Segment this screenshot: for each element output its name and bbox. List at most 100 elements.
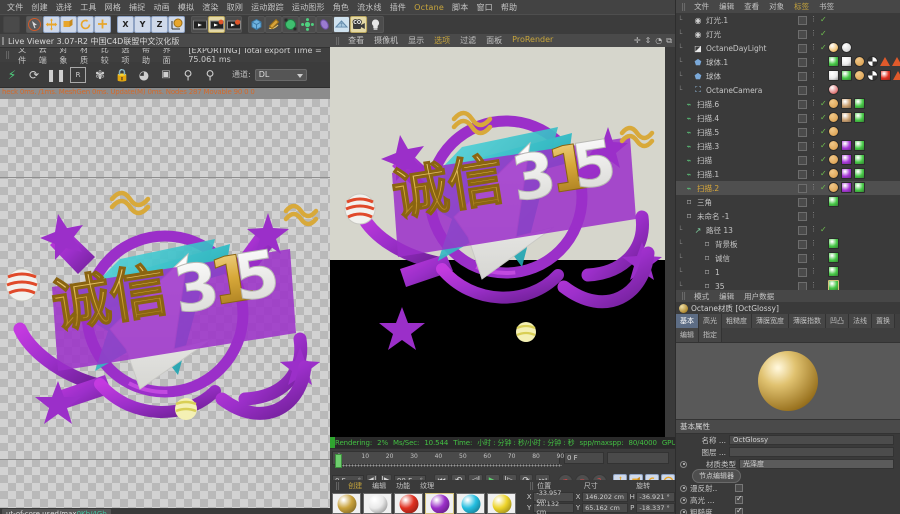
render-view-menu-item-6[interactable]: ProRender <box>507 35 558 46</box>
attribute-tab-1[interactable]: 高光 <box>699 314 722 328</box>
attribute-tab-5[interactable]: 凹凸 <box>826 314 849 328</box>
octane-tri-tag-icon[interactable] <box>893 71 900 80</box>
object-tag-green-icon[interactable] <box>854 154 865 165</box>
object-tag-chain-icon[interactable] <box>854 56 865 67</box>
visibility-dots-icon[interactable]: ⋮ <box>810 43 818 51</box>
object-list[interactable]: └ ◉ 灯光.1 ⋮ ✓ └ ◉ 灯光 ⋮ ✓ └ ◪ OctaneDayLight ⋮ ✓ └ ⬟ 球体.1 ⋮ └… <box>676 13 900 293</box>
visibility-dots-icon[interactable]: ⋮ <box>810 239 818 247</box>
object-tag-checker-icon[interactable] <box>867 56 878 67</box>
object-tag-camera-icon[interactable] <box>828 84 839 95</box>
octane-tri-tag-icon[interactable] <box>892 57 900 66</box>
object-enable-checkbox[interactable] <box>798 226 807 235</box>
object-tag-purple-icon[interactable] <box>841 140 852 151</box>
visibility-dots-icon[interactable]: ⋮ <box>810 225 818 233</box>
object-row-5[interactable]: └ ⛶ OctaneCamera ⋮ <box>676 83 900 97</box>
object-row-6[interactable]: ⌁ 扫描.6 ⋮ ✓ <box>676 97 900 111</box>
timeline-playhead[interactable] <box>335 454 342 468</box>
object-tag-chain-icon[interactable] <box>828 182 839 193</box>
live-viewer-canvas[interactable]: 诚信 3 1 5 <box>0 99 330 508</box>
visibility-dots-icon[interactable]: ⋮ <box>810 183 818 191</box>
camera-icon[interactable] <box>350 16 367 33</box>
mograph-icon[interactable] <box>299 16 316 33</box>
visibility-dots-icon[interactable]: ⋮ <box>810 197 818 205</box>
object-menu-item-0[interactable]: 文件 <box>689 1 714 12</box>
channel-checkbox-0[interactable] <box>735 484 743 492</box>
object-tag-chain-icon[interactable] <box>828 154 839 165</box>
object-tag-tan-icon[interactable] <box>841 98 852 109</box>
visibility-dots-icon[interactable]: ⋮ <box>810 141 818 149</box>
light-icon[interactable] <box>367 16 384 33</box>
object-tag-tan-icon[interactable] <box>841 112 852 123</box>
object-tag-green-icon[interactable] <box>841 70 852 81</box>
attribute-menu-item-2[interactable]: 用户数据 <box>739 291 779 302</box>
object-row-8[interactable]: ⌁ 扫描.5 ⋮ ✓ <box>676 125 900 139</box>
attribute-tabs[interactable]: 基本 高光 粗糙度 薄膜宽度 薄膜指数 凹凸 法线 置换 编辑 指定 <box>676 314 900 342</box>
picture-icon[interactable]: ▣ <box>158 67 174 83</box>
material-menu-item-3[interactable]: 纹理 <box>415 481 439 491</box>
render-view-menu-item-3[interactable]: 选项 <box>429 35 455 46</box>
coord-field-1-2[interactable]: -18.337 ° <box>636 502 676 513</box>
menu-item-10[interactable]: 运动跟踪 <box>247 2 288 13</box>
object-enable-checkbox[interactable] <box>798 156 807 165</box>
render-view-menu-item-4[interactable]: 过滤 <box>455 35 481 46</box>
object-row-4[interactable]: └ ⬟ 球体 ⋮ <box>676 69 900 83</box>
start-render-icon[interactable]: ⚡ <box>4 67 20 83</box>
rotate-icon[interactable]: ◔ <box>655 36 662 46</box>
visibility-dots-icon[interactable]: ⋮ <box>810 127 818 135</box>
object-visible-check[interactable]: ✓ <box>820 43 827 52</box>
lock-icon[interactable]: 🔒 <box>114 67 130 83</box>
menu-item-2[interactable]: 选择 <box>52 2 76 13</box>
material-menu-item-0[interactable]: 创建 <box>343 481 367 491</box>
panel-grip-icon[interactable]: ⣿ <box>332 482 343 490</box>
pan-icon[interactable]: ✛ <box>634 36 641 46</box>
menu-item-8[interactable]: 渲染 <box>198 2 222 13</box>
menu-item-15[interactable]: Octane <box>410 3 448 12</box>
object-enable-checkbox[interactable] <box>798 212 807 221</box>
object-tag-green-icon[interactable] <box>854 140 865 151</box>
white-material[interactable] <box>363 493 392 514</box>
object-enable-checkbox[interactable] <box>798 240 807 249</box>
attribute-tab-9[interactable]: 指定 <box>699 328 722 342</box>
object-tag-purple-icon[interactable] <box>841 182 852 193</box>
render-viewport[interactable]: 诚信 3 1 5 <box>330 47 675 437</box>
menu-item-16[interactable]: 脚本 <box>448 2 472 13</box>
deformer-icon[interactable] <box>316 16 333 33</box>
menu-item-13[interactable]: 流水线 <box>353 2 386 13</box>
object-tag-green-icon[interactable] <box>828 56 839 67</box>
object-tag-chain-icon[interactable] <box>828 126 839 137</box>
channel-radio-icon[interactable] <box>680 508 687 514</box>
channel-radio-icon[interactable] <box>680 484 687 492</box>
maximize-icon[interactable]: ⧉ <box>666 36 672 46</box>
object-visible-check[interactable]: ✓ <box>820 127 827 136</box>
red-material[interactable] <box>394 493 423 514</box>
visibility-dots-icon[interactable]: ⋮ <box>810 267 818 275</box>
object-visible-check[interactable]: ✓ <box>820 169 827 178</box>
move-icon[interactable] <box>43 16 60 33</box>
panel-grip-icon[interactable]: ⣿ <box>2 51 13 59</box>
object-row-3[interactable]: └ ⬟ 球体.1 ⋮ <box>676 55 900 69</box>
attribute-tab-3[interactable]: 薄膜宽度 <box>752 314 789 328</box>
timeline-ruler-bar[interactable]: 0102030405060708090 0 F <box>330 448 675 470</box>
object-enable-checkbox[interactable] <box>798 268 807 277</box>
attribute-menu-item-0[interactable]: 模式 <box>689 291 714 302</box>
channel-select[interactable]: DL <box>254 68 307 81</box>
object-tag-checker-icon[interactable] <box>867 70 878 81</box>
menu-item-6[interactable]: 动画 <box>149 2 173 13</box>
object-row-14[interactable]: ⌑ 未命名 -1 ⋮ <box>676 209 900 223</box>
object-enable-checkbox[interactable] <box>798 254 807 263</box>
visibility-dots-icon[interactable]: ⋮ <box>810 99 818 107</box>
object-visible-check[interactable]: ✓ <box>820 99 827 108</box>
coord-field-1-0[interactable]: 20.132 cm <box>533 500 574 514</box>
object-visible-check[interactable]: ✓ <box>820 15 827 24</box>
render-settings-icon[interactable] <box>225 16 242 33</box>
object-enable-checkbox[interactable] <box>798 100 807 109</box>
undo-icon[interactable] <box>3 16 20 33</box>
object-menu-item-4[interactable]: 标签 <box>789 1 814 12</box>
refresh-icon[interactable]: ⟳ <box>26 67 42 83</box>
menu-item-0[interactable]: 文件 <box>3 2 27 13</box>
object-visible-check[interactable]: ✓ <box>820 141 827 150</box>
visibility-dots-icon[interactable]: ⋮ <box>810 57 818 65</box>
render-view-menu-item-2[interactable]: 显示 <box>403 35 429 46</box>
select-live-icon[interactable] <box>26 16 43 33</box>
current-frame-field[interactable]: 0 F <box>564 452 604 464</box>
